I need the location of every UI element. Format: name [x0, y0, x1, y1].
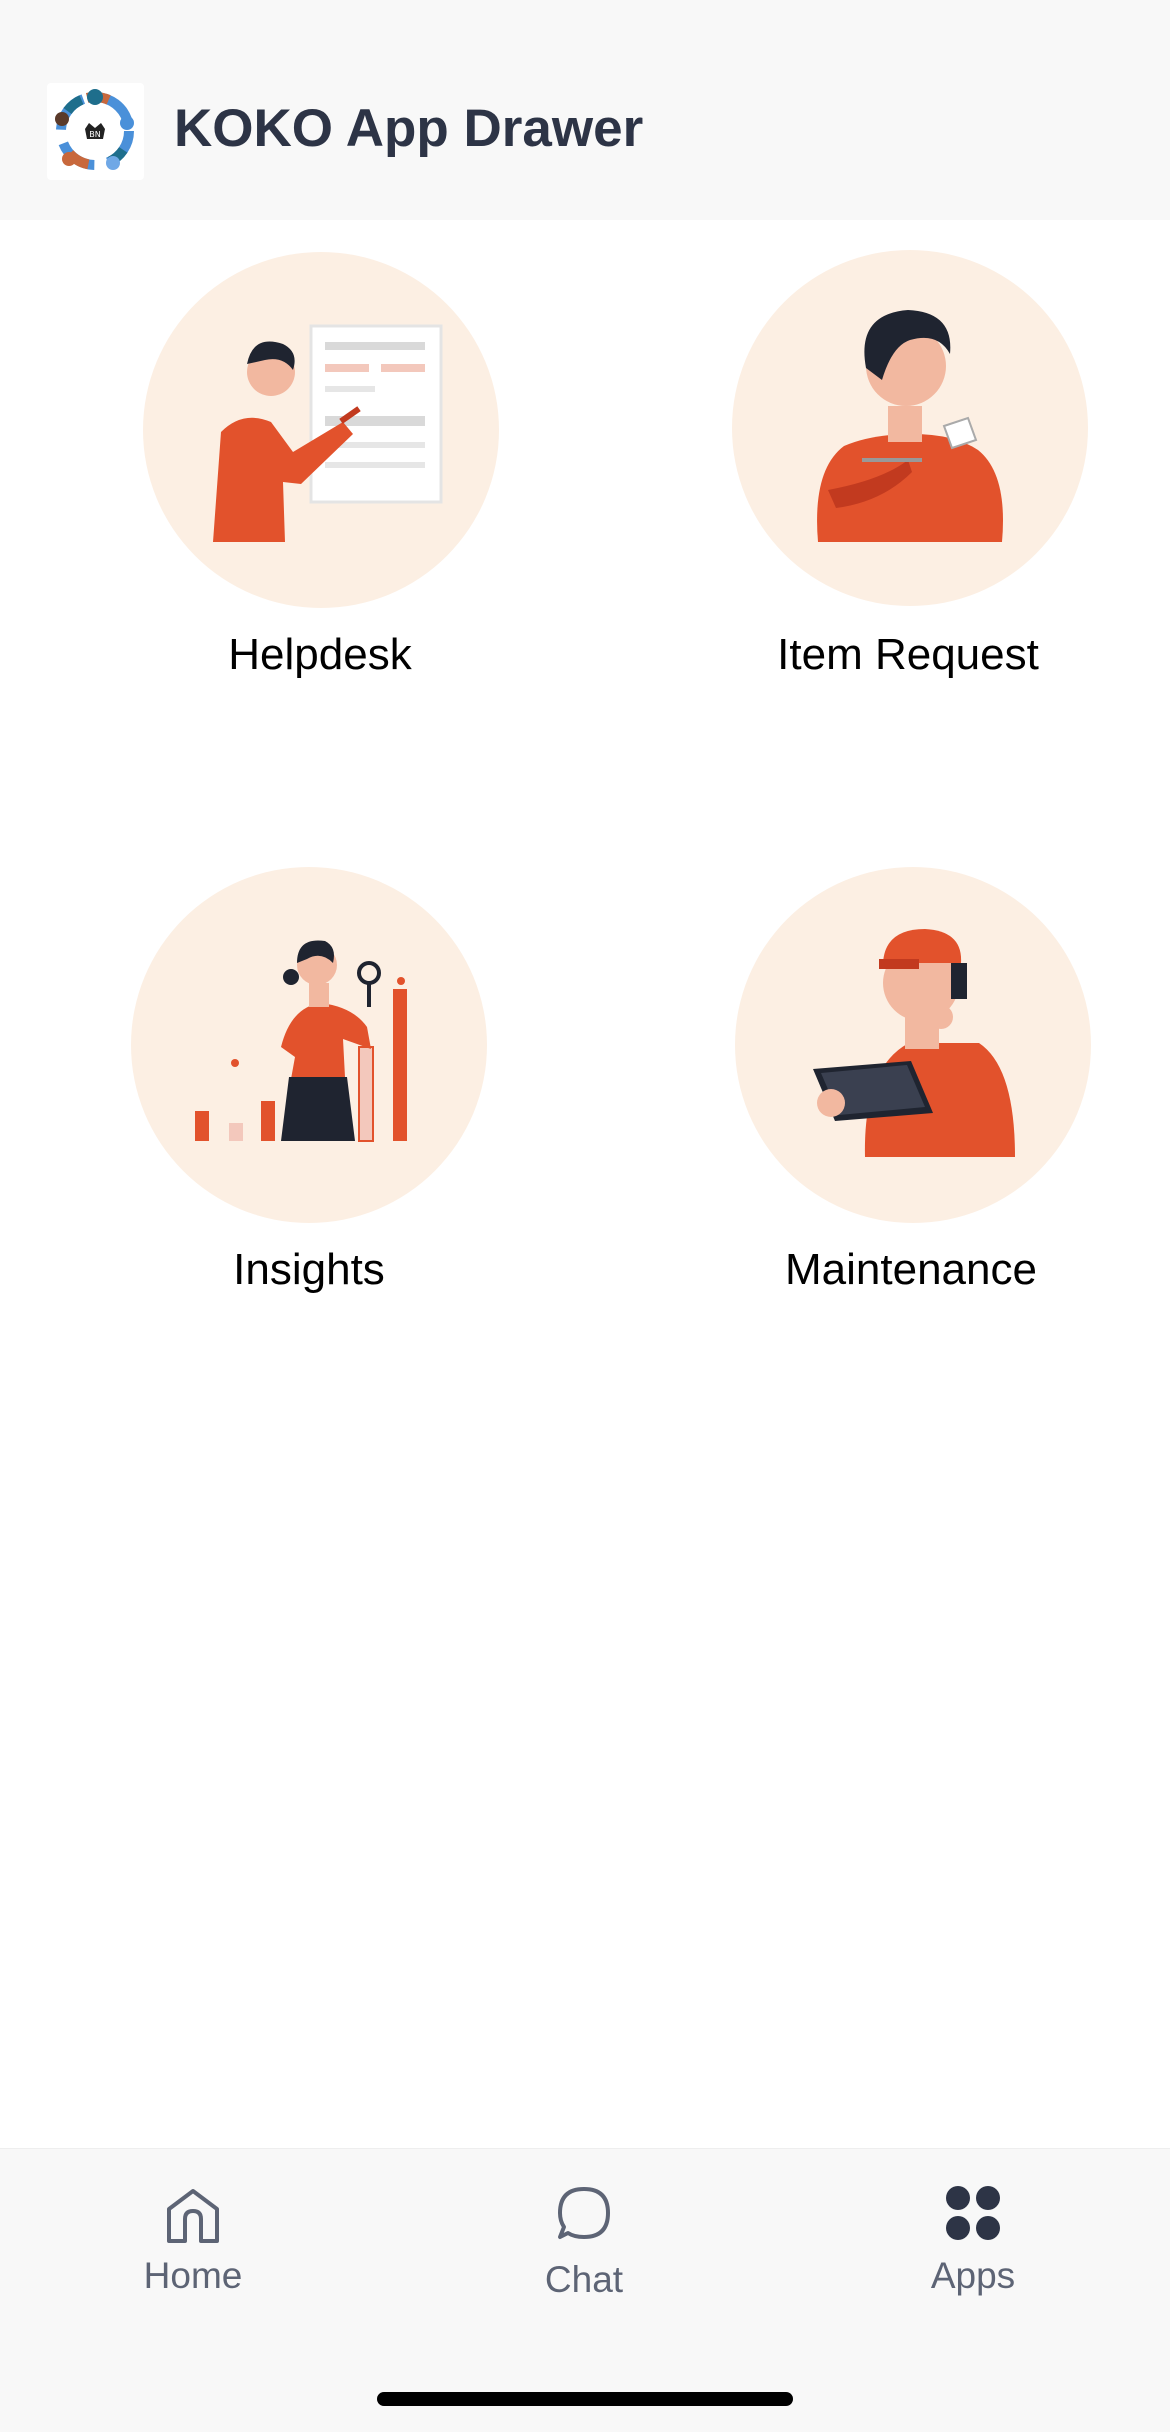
tab-label: Chat [544, 2259, 624, 2300]
page-title: KOKO App Drawer [174, 99, 644, 158]
home-icon [167, 2189, 219, 2243]
helpdesk-icon [143, 252, 499, 608]
app-label: Maintenance [785, 1245, 1037, 1294]
item-request-icon [732, 250, 1088, 606]
app-tile-helpdesk[interactable]: Helpdesk [110, 252, 530, 692]
apps-grid-icon [946, 2186, 1000, 2240]
tab-apps[interactable]: Apps [853, 2149, 1093, 2329]
app-tile-item-request[interactable]: Item Request [698, 250, 1118, 692]
tab-chat[interactable]: Chat [464, 2149, 704, 2329]
app-label: Item Request [777, 630, 1039, 679]
insights-icon [131, 867, 487, 1223]
app-header: BN KOKO App Drawer [0, 0, 1170, 220]
app-tile-insights[interactable]: Insights [99, 867, 519, 1307]
maintenance-icon [735, 867, 1091, 1223]
app-label: Insights [233, 1245, 385, 1294]
app-tile-maintenance[interactable]: Maintenance [701, 867, 1121, 1307]
tab-label: Apps [930, 2255, 1016, 2296]
home-indicator [377, 2392, 793, 2406]
bottom-tab-bar: Home Chat Apps [0, 2148, 1170, 2432]
tab-label: Home [143, 2255, 243, 2296]
app-label: Helpdesk [228, 630, 412, 679]
chat-icon [558, 2187, 610, 2239]
koko-logo-icon: BN [47, 83, 144, 180]
svg-text:BN: BN [89, 130, 100, 139]
tab-home[interactable]: Home [73, 2149, 313, 2329]
